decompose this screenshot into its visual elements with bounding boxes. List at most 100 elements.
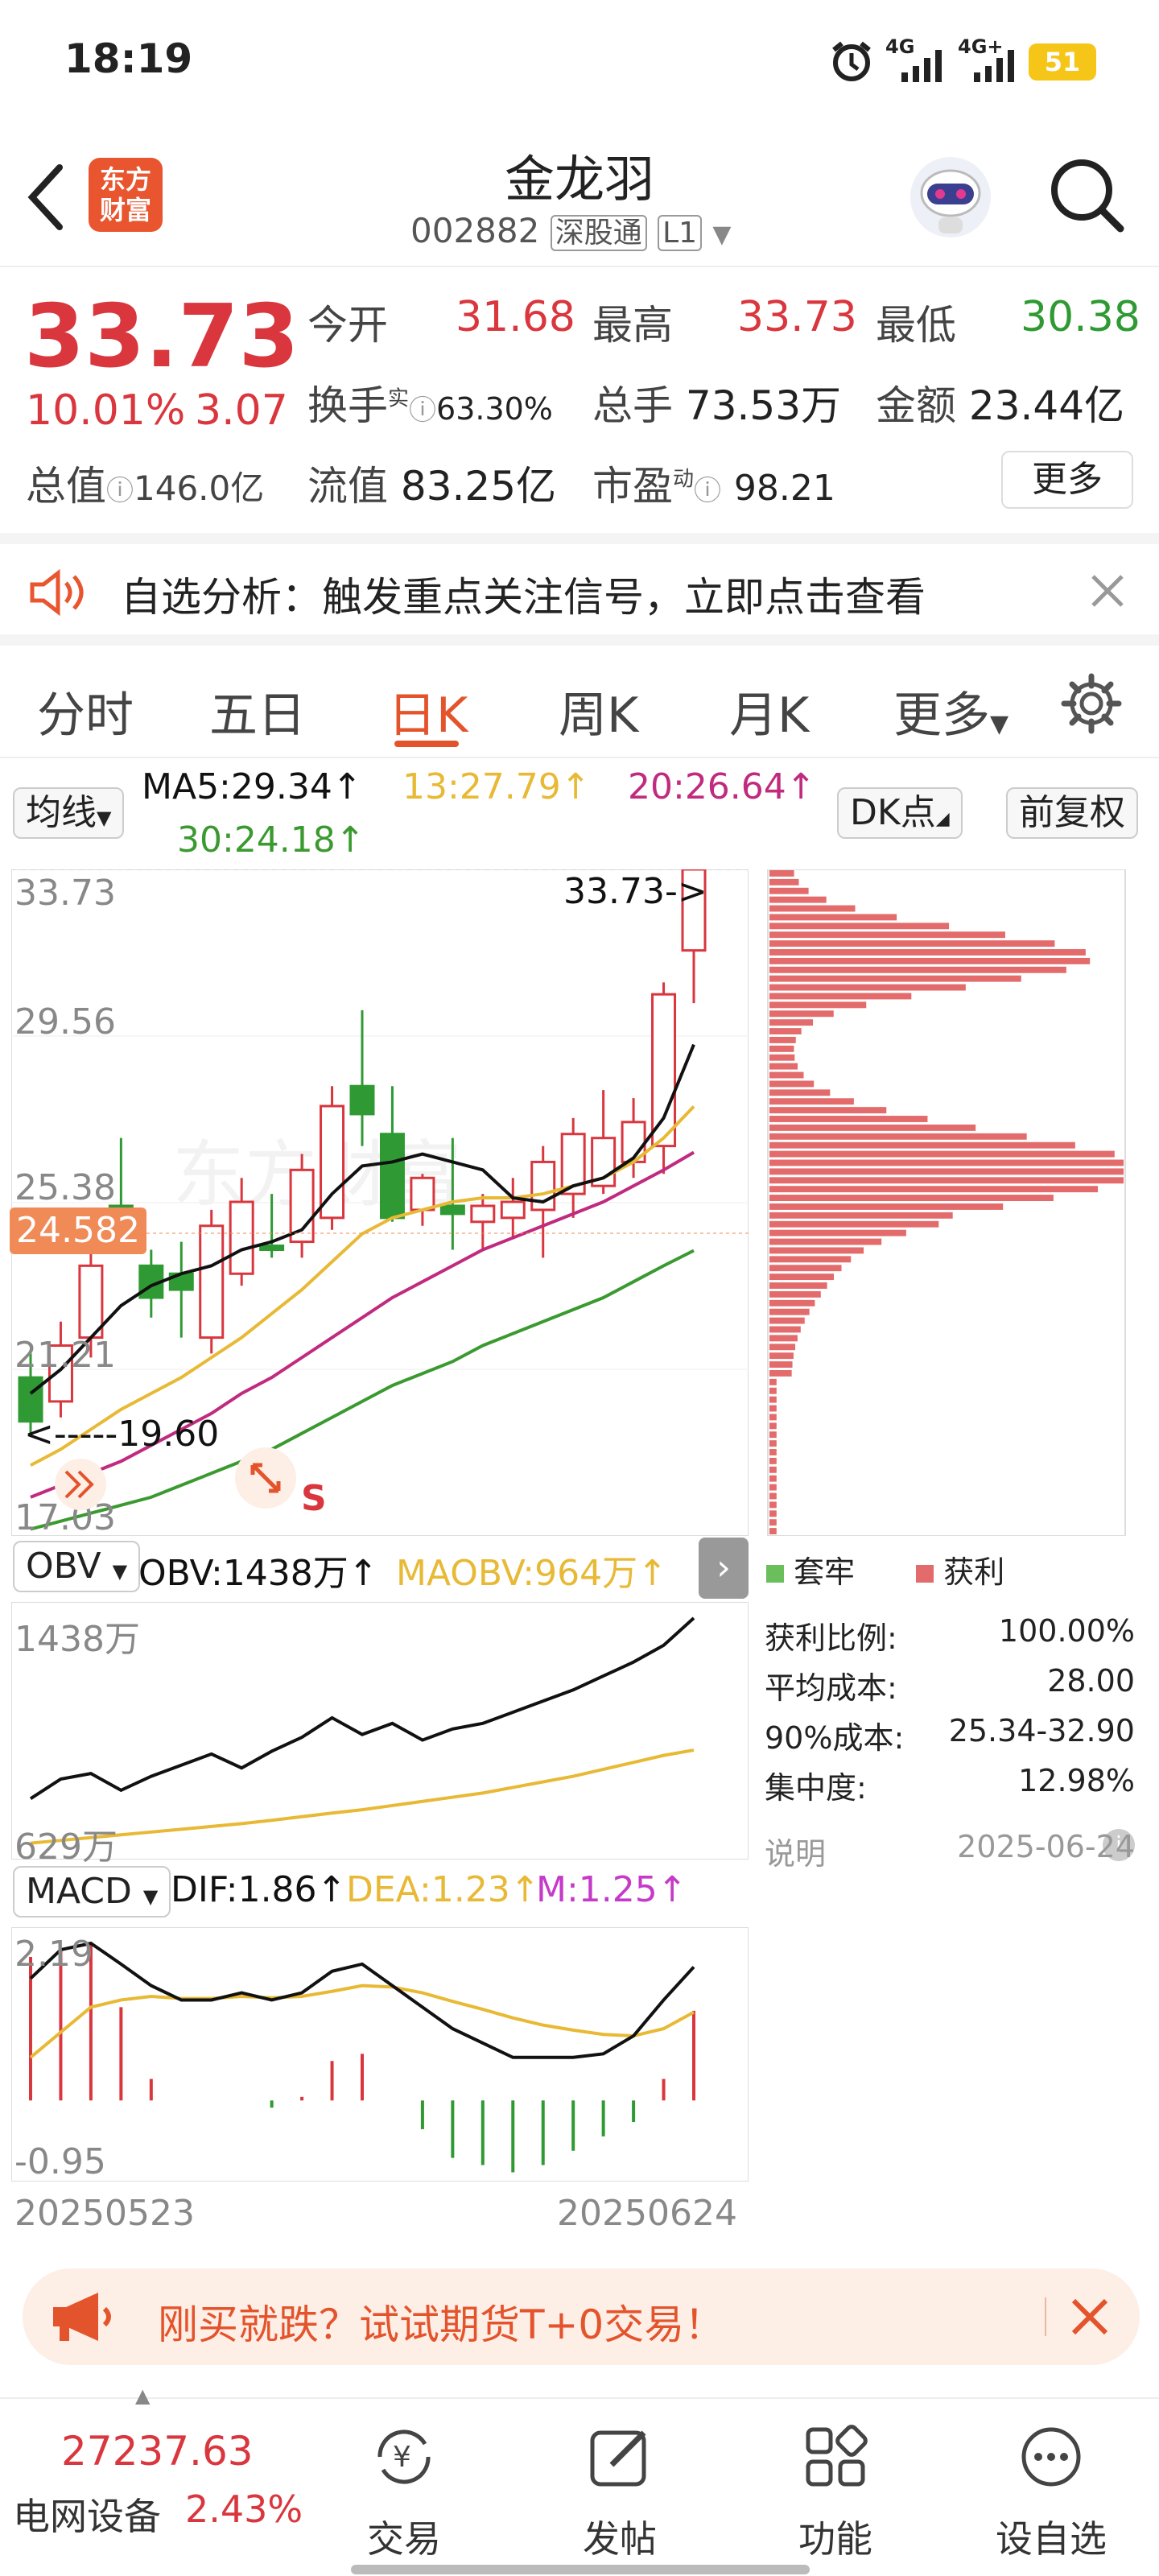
macd-y-top: 2.19 (14, 1934, 93, 1975)
corner-caret-icon: ◢ (935, 809, 950, 829)
current-price: 33.73 (24, 287, 299, 387)
chip-bar (769, 1229, 906, 1236)
candle-body (229, 1200, 254, 1275)
m-value: M:1.25↑ (536, 1869, 687, 1910)
chip-bar (769, 984, 966, 991)
float-cap: 流值 83.25亿 (307, 454, 556, 512)
caret-down-icon: ▼ (97, 807, 112, 829)
adjust-button[interactable]: 前复权 (1006, 787, 1138, 839)
chip-bar (769, 1440, 777, 1447)
robot-assistant-icon[interactable] (906, 153, 995, 242)
dk-point-button[interactable]: DK点◢ (837, 787, 963, 839)
signal-icon-2 (974, 50, 1014, 82)
chip-bar (769, 1405, 777, 1412)
change-percent: 10.01% (26, 386, 186, 435)
chevron-right-icon[interactable]: › (699, 1538, 749, 1599)
index-change: 2.43% (185, 2487, 303, 2531)
nav-functions[interactable]: 功能 (747, 2399, 924, 2561)
open-value: 31.68 (456, 293, 575, 341)
caret-up-icon[interactable]: ▲ (135, 2384, 150, 2407)
close-icon[interactable] (1090, 573, 1125, 609)
search-icon[interactable] (1046, 155, 1127, 235)
chip-legend: 套牢 获利 (766, 1547, 1004, 1591)
chip-bar (769, 975, 1021, 982)
grid-apps-icon (806, 2425, 868, 2487)
close-icon[interactable] (1069, 2296, 1111, 2338)
chip-bar (769, 1422, 777, 1430)
chip-bar (769, 1396, 777, 1403)
more-dots-icon (1021, 2427, 1081, 2487)
chip-bar (769, 1387, 777, 1394)
ma5-text: MA5:29.34 (142, 766, 332, 807)
chip-bar (769, 1282, 827, 1289)
macd-selector[interactable]: MACD ▼ (13, 1866, 171, 1918)
chip-bar (769, 993, 912, 1000)
notice-bar[interactable]: 自选分析：触发重点关注信号，立即点击查看 (0, 533, 1159, 646)
chip-bar (769, 1265, 842, 1272)
info-dots-icon[interactable]: ⓘ (694, 475, 721, 507)
nav-watchlist[interactable]: 设自选 (963, 2399, 1140, 2561)
chip-bar (769, 1370, 792, 1377)
tab-more[interactable]: 更多▼ (893, 676, 1008, 746)
amount: 金额 23.44亿 (876, 374, 1124, 431)
chip-bar (769, 1274, 835, 1281)
ma-selector-label: 均线 (26, 792, 97, 833)
chip-bar (769, 1045, 794, 1052)
futures-banner[interactable]: 刚买就跌？试试期货T+0交易！ (23, 2268, 1140, 2365)
status-bar: 18:19 4G 4G+ 51 (0, 0, 1159, 121)
dea-text: DEA:1.23 (346, 1869, 510, 1910)
obv-selector[interactable]: OBV ▼ (13, 1541, 141, 1592)
stock-code-row[interactable]: 002882 深股通 L1 ▼ (410, 209, 731, 251)
nav-post[interactable]: 发帖 (531, 2399, 708, 2561)
float-value: 83.25亿 (400, 463, 557, 510)
chip-bar (769, 1475, 777, 1482)
volume-label: 总手 (592, 382, 673, 429)
dk-label: DK点 (850, 792, 936, 833)
tab-weekly-k[interactable]: 周K (559, 676, 638, 746)
chip-bar (769, 1378, 777, 1385)
index-value[interactable]: 27237.63 (61, 2428, 254, 2475)
ma13-text: 13:27.79 (402, 766, 561, 807)
max-price-marker: 33.73-> (563, 871, 707, 912)
tab-daily-k[interactable]: 日K (388, 676, 468, 746)
note-link[interactable]: 说明 i (765, 1829, 1135, 1872)
chip-bar (769, 1335, 798, 1342)
status-time: 18:19 (64, 35, 193, 82)
index-name[interactable]: 电网设备 (13, 2487, 161, 2541)
gear-icon[interactable] (1061, 673, 1122, 734)
chip-bar (769, 931, 1005, 939)
ma30-text: 30:24.18 (177, 819, 336, 861)
high-label: 最高 (592, 302, 673, 349)
tab-five-day[interactable]: 五日 (209, 676, 306, 746)
expand-icon[interactable] (233, 1446, 298, 1510)
chip-bar (769, 1001, 867, 1009)
active-tab-indicator (394, 741, 459, 747)
dif-text: DIF:1.86 (171, 1869, 317, 1910)
stock-code: 002882 (410, 211, 540, 250)
macd-chart (11, 1927, 749, 2182)
more-button[interactable]: 更多 (1001, 451, 1133, 509)
chip-bar (769, 1484, 777, 1491)
chip-bar (769, 1010, 834, 1018)
obv-text: OBV:1438万 (138, 1553, 349, 1594)
chip-bar (769, 896, 827, 903)
battery-indicator: 51 (1029, 43, 1096, 80)
nav-trade[interactable]: ¥ 交易 (316, 2399, 493, 2561)
min-price-marker: <-----19.60 (24, 1414, 220, 1455)
tab-intraday[interactable]: 分时 (37, 676, 134, 746)
legend-trapped: 套牢 (794, 1554, 856, 1590)
obv-y-bottom: 629万 (14, 1827, 118, 1868)
ma-selector[interactable]: 均线▼ (13, 787, 125, 839)
float-label: 流值 (307, 463, 388, 510)
info-dots-icon[interactable]: ⓘ (106, 475, 134, 507)
stat-value: 100.00% (998, 1613, 1135, 1649)
turnover-value: 63.30% (436, 391, 553, 427)
info-dots-icon[interactable]: ⓘ (409, 394, 436, 427)
tab-monthly-k[interactable]: 月K (729, 676, 809, 746)
signal-icon (901, 50, 942, 82)
macd-selector-label: MACD (26, 1871, 132, 1912)
candle-body (259, 1245, 285, 1252)
chip-bar (769, 1186, 1099, 1193)
high-value: 33.73 (737, 293, 857, 341)
megaphone-icon (53, 2293, 111, 2341)
